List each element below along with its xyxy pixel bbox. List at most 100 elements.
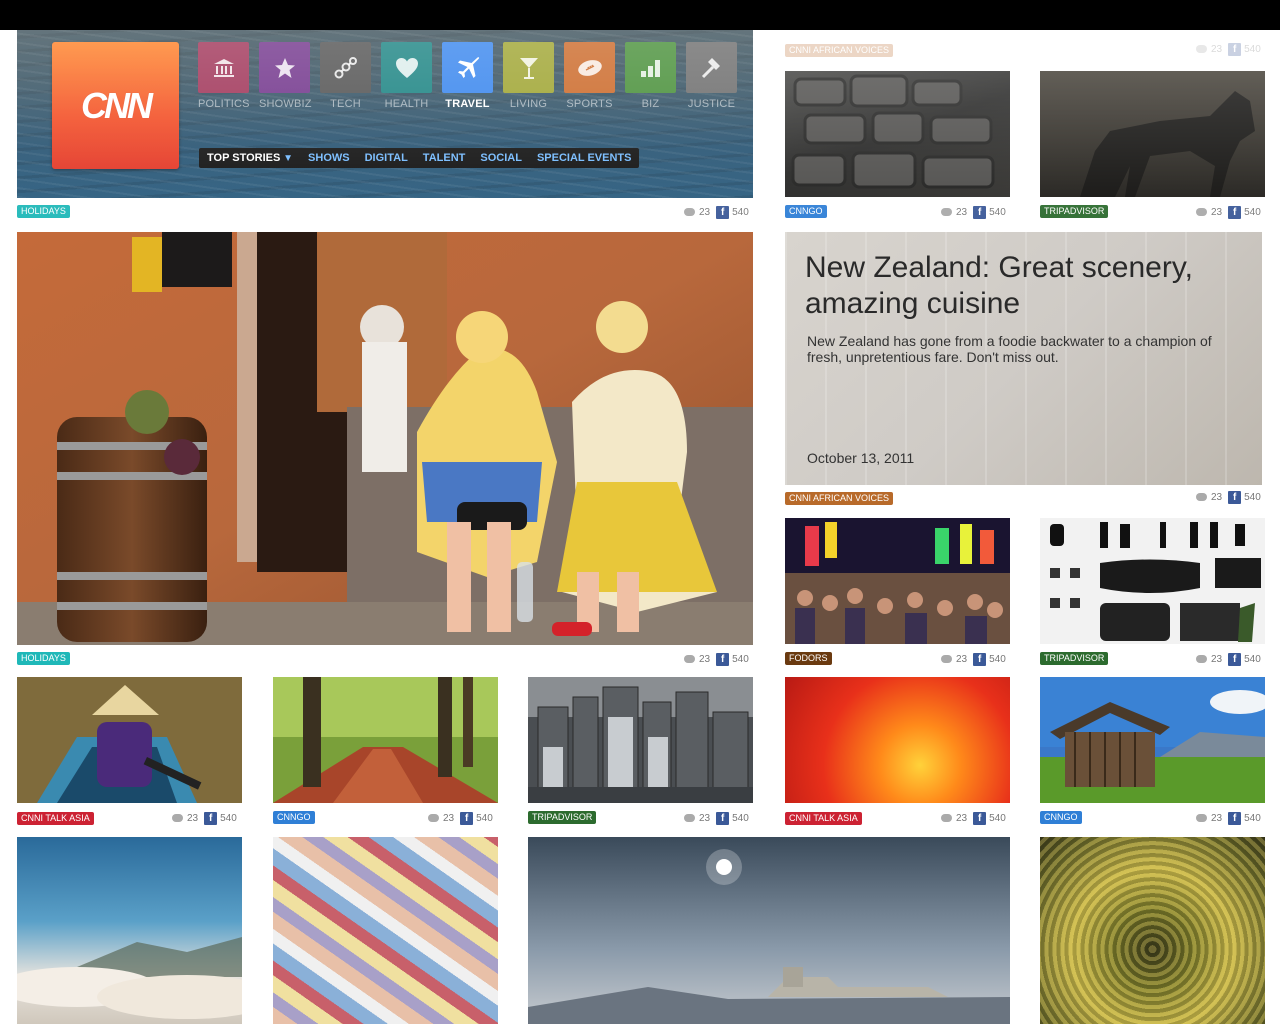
comment-icon	[941, 655, 952, 663]
subnav-top-stories[interactable]: TOP STORIES	[207, 152, 293, 164]
like-count: 540	[1244, 206, 1261, 218]
comment-count: 23	[699, 812, 711, 824]
story-stats: 23 f 540	[1196, 811, 1261, 825]
tag-african-voices-top[interactable]: CNNI AFRICAN VOICES	[785, 44, 894, 57]
story-tile-city[interactable]	[528, 677, 753, 803]
story-stats: 23 f 540	[941, 652, 1006, 666]
comment-count: 23	[956, 653, 968, 665]
story-stats: 23 f 540	[172, 811, 237, 825]
subnav-talent[interactable]: TALENT	[423, 152, 466, 164]
comment-count: 23	[956, 206, 968, 218]
subnav-special-events[interactable]: SPECIAL EVENTS	[537, 152, 632, 164]
comment-icon	[941, 814, 952, 822]
subnav-digital[interactable]: DIGITAL	[365, 152, 408, 164]
comment-count: 23	[443, 812, 455, 824]
colored-stripes-image	[273, 837, 498, 1024]
comment-icon	[684, 655, 695, 663]
story-stats: 23 f 540	[941, 811, 1006, 825]
facebook-icon: f	[1228, 205, 1242, 219]
tag-tripadvisor[interactable]: TRIPADVISOR	[1040, 652, 1109, 665]
nav-showbiz[interactable]: SHOWBIZ	[259, 42, 312, 110]
hero-story-tile[interactable]	[17, 232, 753, 645]
cnn-logo[interactable]: CNN	[52, 42, 179, 169]
facebook-icon: f	[973, 205, 987, 219]
nav-health[interactable]: HEALTH	[381, 42, 432, 110]
like-count: 540	[989, 206, 1006, 218]
nav-justice[interactable]: JUSTICE	[686, 42, 737, 110]
feature-date: October 13, 2011	[807, 450, 915, 466]
nav-politics[interactable]: POLITICS	[198, 42, 250, 110]
story-stats: 23 f 540	[1196, 205, 1261, 219]
story-tile-colored-pencils[interactable]	[273, 837, 498, 1024]
like-count: 540	[1244, 812, 1261, 824]
comment-icon	[684, 814, 695, 822]
capitol-icon	[198, 42, 249, 93]
comment-icon	[1196, 814, 1207, 822]
tag-cnngo[interactable]: CNNGO	[785, 205, 827, 218]
comment-icon	[1196, 208, 1207, 216]
facebook-icon: f	[716, 205, 730, 219]
nav-sports[interactable]: SPORTS	[564, 42, 615, 110]
story-tile-travel-gear[interactable]	[1040, 518, 1265, 644]
nav-label-justice: JUSTICE	[687, 98, 736, 110]
story-stats: 23 f 540	[684, 205, 749, 219]
story-tile-cabin[interactable]	[1040, 677, 1265, 803]
nav-tech[interactable]: TECH	[320, 42, 371, 110]
story-stats-top: 23 f 540	[1196, 42, 1261, 56]
subnav-social[interactable]: SOCIAL	[480, 152, 522, 164]
tag-holidays[interactable]: HOLIDAYS	[17, 652, 70, 665]
like-count: 540	[732, 206, 749, 218]
tag-cnngo[interactable]: CNNGO	[1040, 811, 1082, 824]
nodes-icon	[320, 42, 371, 93]
nav-living[interactable]: LIVING	[503, 42, 554, 110]
comment-count: 23	[1211, 812, 1223, 824]
tag-tripadvisor[interactable]: TRIPADVISOR	[1040, 205, 1109, 218]
like-count: 540	[732, 653, 749, 665]
hero-image-two-women-drinking	[17, 232, 753, 645]
nav-travel[interactable]: TRAVEL	[442, 42, 493, 110]
comment-count: 23	[1211, 206, 1223, 218]
story-stats: 23 f 540	[684, 652, 749, 666]
comment-count: 23	[1211, 491, 1223, 503]
story-stats: 23 f 540	[1196, 652, 1261, 666]
heart-icon	[381, 42, 432, 93]
like-count: 540	[220, 812, 237, 824]
comment-icon	[1196, 493, 1207, 501]
tag-african-voices[interactable]: CNNI AFRICAN VOICES	[785, 492, 894, 505]
subnav-shows[interactable]: SHOWS	[308, 152, 350, 164]
tag-holidays-header[interactable]: HOLIDAYS	[17, 205, 70, 218]
nav-biz[interactable]: BIZ	[625, 42, 676, 110]
facebook-icon: f	[716, 811, 730, 825]
night-market-image	[785, 518, 1010, 644]
comment-count: 23	[699, 653, 711, 665]
story-tile-night-market[interactable]	[785, 518, 1010, 644]
story-tile-flower[interactable]	[785, 677, 1010, 803]
featured-story[interactable]: New Zealand: Great scenery, amazing cuis…	[785, 232, 1262, 485]
comment-icon	[172, 814, 183, 822]
tag-tripadvisor[interactable]: TRIPADVISOR	[528, 811, 597, 824]
comment-count: 23	[1211, 43, 1223, 55]
facebook-icon: f	[716, 652, 730, 666]
feature-headline[interactable]: New Zealand: Great scenery, amazing cuis…	[805, 250, 1245, 322]
story-tile-boat[interactable]	[17, 677, 242, 803]
tag-talk-asia[interactable]: CNNI TALK ASIA	[785, 812, 862, 825]
tag-talk-asia[interactable]: CNNI TALK ASIA	[17, 812, 94, 825]
story-tile-coastal-town[interactable]	[528, 837, 1010, 1024]
subnav-bar: TOP STORIES SHOWS DIGITAL TALENT SOCIAL …	[199, 148, 640, 168]
story-tile-forest[interactable]	[273, 677, 498, 803]
story-stats: 23 f 540	[941, 205, 1006, 219]
travel-gear-flatlay-image	[1050, 522, 1261, 642]
facebook-icon: f	[1228, 652, 1242, 666]
story-tile-cobblestones[interactable]	[785, 71, 1010, 197]
nav-label-living: LIVING	[509, 98, 548, 110]
tag-fodors[interactable]: FODORS	[785, 652, 832, 665]
story-tile-sunflower[interactable]	[1040, 837, 1265, 1024]
facebook-icon: f	[1228, 42, 1242, 56]
story-tile-clouds[interactable]	[17, 837, 242, 1024]
comment-count: 23	[1211, 653, 1223, 665]
facebook-icon: f	[973, 811, 987, 825]
story-tile-horse[interactable]	[1040, 71, 1265, 197]
story-stats: 23 f 540	[1196, 490, 1261, 504]
tag-cnngo[interactable]: CNNGO	[273, 811, 315, 824]
nav-label-health: HEALTH	[384, 98, 429, 110]
